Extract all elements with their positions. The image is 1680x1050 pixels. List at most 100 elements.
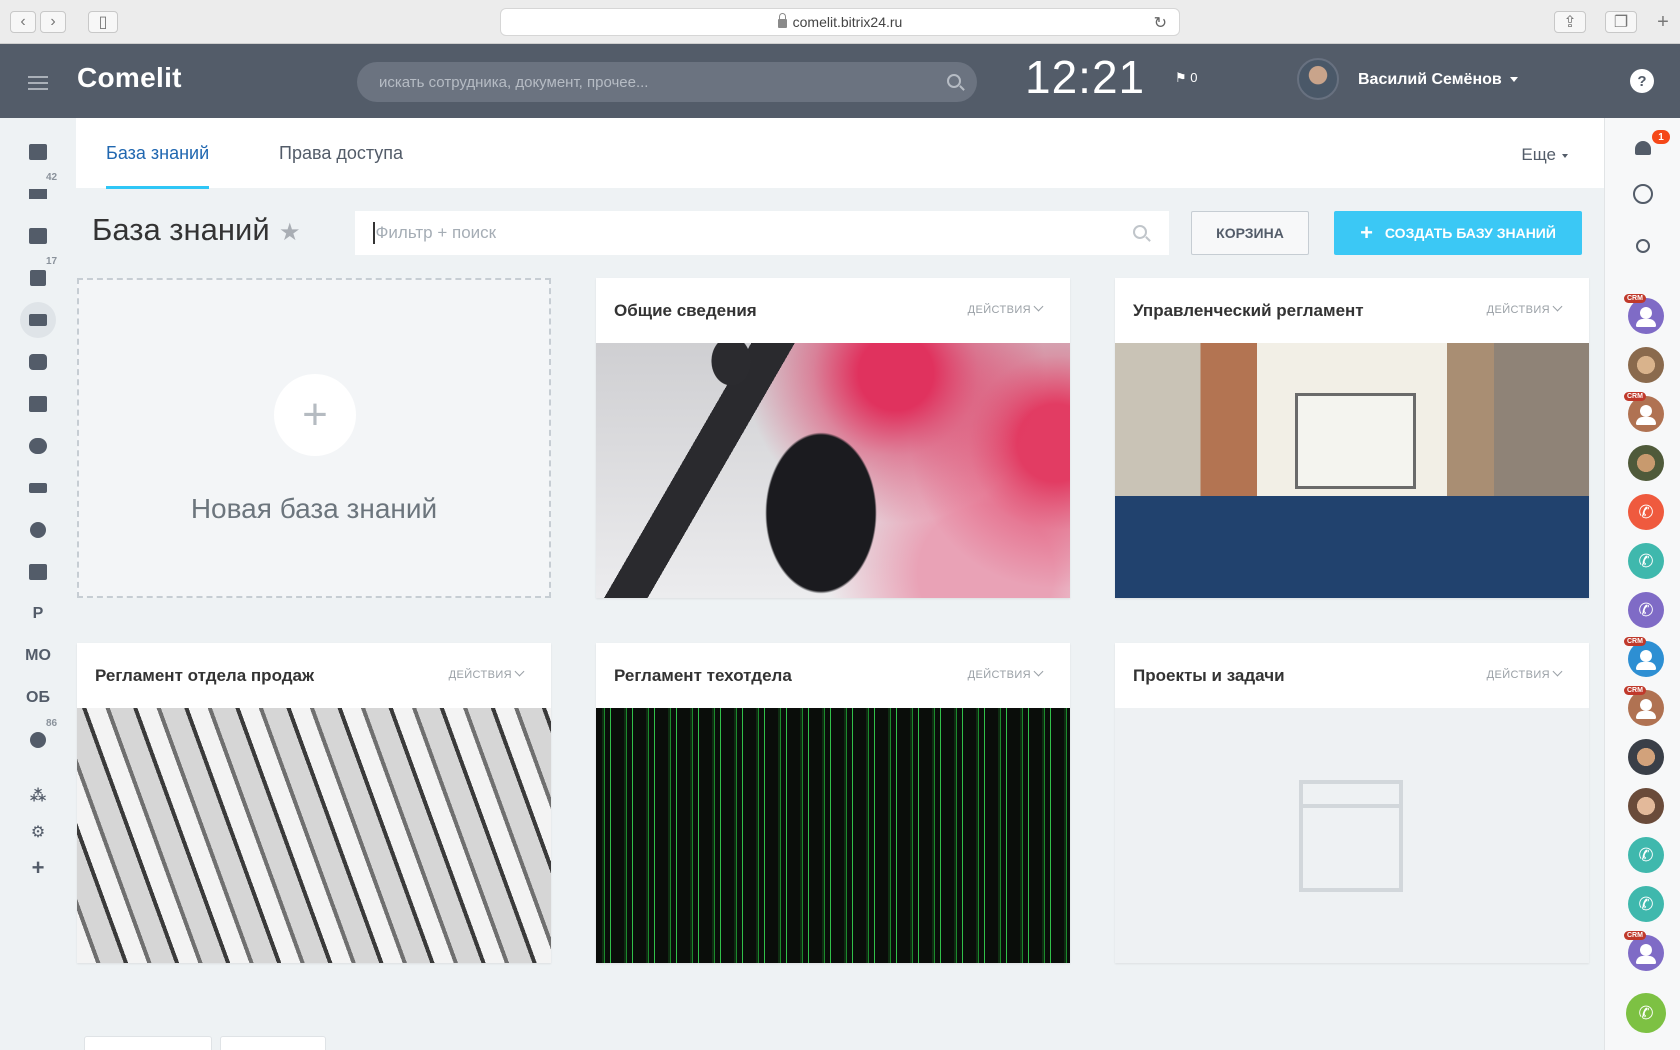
feed-badge: 42 [44, 172, 60, 183]
search-right-icon[interactable] [1627, 230, 1659, 262]
phone-icon: ✆ [1638, 599, 1654, 620]
crm-contact-avatar[interactable]: CRM [1624, 931, 1664, 971]
sidebar-item-filter[interactable]: 42 [20, 172, 60, 212]
create-knowledge-base-button[interactable]: + СОЗДАТЬ БАЗУ ЗНАНИЙ [1334, 211, 1582, 255]
actions-label: ДЕЙСТВИЯ [967, 669, 1031, 681]
call-button[interactable]: ✆ [1626, 993, 1666, 1033]
actions-label: ДЕЙСТВИЯ [448, 669, 512, 681]
plus-icon: + [31, 855, 45, 880]
crm-contact-avatar[interactable]: CRM [1624, 294, 1664, 334]
sidebar-item-more[interactable]: 86 [20, 718, 60, 758]
top-header: Comelit искать сотрудника, документ, про… [0, 44, 1680, 118]
sidebar-item-time[interactable] [20, 512, 56, 548]
more-menu[interactable]: Еще [1521, 145, 1568, 165]
sidebar-item-structure[interactable]: ⁂ [20, 778, 56, 814]
sidebar-item-calendar[interactable] [20, 218, 56, 254]
new-tab-icon[interactable]: + [1650, 11, 1676, 33]
filter-search-input[interactable]: Фильтр + поиск [355, 211, 1169, 255]
footer-bitrix-badge[interactable] [84, 1036, 212, 1050]
card-title[interactable]: Регламент техотдела [614, 666, 792, 686]
sidebar-item-knowledge-base[interactable] [20, 302, 56, 338]
sidebar-item-ob[interactable]: ОБ [20, 680, 56, 716]
filter-placeholder: Фильтр + поиск [375, 223, 497, 242]
sidebar-item-groups[interactable] [20, 428, 56, 464]
knowledge-base-card[interactable]: Проекты и задачи ДЕЙСТВИЯ [1115, 643, 1589, 963]
sidebar-item-r[interactable]: Р [20, 596, 56, 632]
sidebar-item-feed[interactable] [20, 134, 56, 170]
contact-avatar[interactable] [1628, 739, 1664, 775]
card-actions-menu[interactable]: ДЕЙСТВИЯ [448, 666, 525, 681]
menu-icon[interactable] [28, 76, 48, 94]
crm-contact-avatar[interactable]: CRM [1624, 686, 1664, 726]
sidebar-item-settings[interactable]: ⚙ [20, 814, 56, 850]
logo[interactable]: Comelit [77, 62, 182, 94]
trash-button[interactable]: КОРЗИНА [1191, 211, 1309, 255]
sidebar-item-sites[interactable] [20, 554, 56, 590]
star-icon[interactable]: ★ [279, 218, 301, 247]
card-cover-image[interactable] [77, 708, 551, 963]
sidebar-item-add[interactable]: + [20, 850, 56, 886]
card-title[interactable]: Общие сведения [614, 301, 757, 321]
reload-icon[interactable]: ↻ [1154, 13, 1167, 33]
card-title[interactable]: Регламент отдела продаж [95, 666, 314, 686]
sidebar-item-tasks[interactable]: 17 [20, 256, 60, 296]
messages-icon[interactable] [1633, 184, 1653, 204]
clock[interactable]: 12:21 [1025, 50, 1145, 104]
tab-knowledge-base[interactable]: База знаний [106, 143, 210, 189]
call-avatar[interactable]: ✆ [1628, 837, 1664, 873]
contact-avatar[interactable] [1628, 445, 1664, 481]
back-icon[interactable]: ‹ [10, 11, 36, 33]
card-cover-image[interactable] [1115, 343, 1589, 598]
notification-badge: 1 [1652, 130, 1670, 144]
global-search-input[interactable]: искать сотрудника, документ, прочее... [357, 62, 977, 102]
plus-icon: + [1360, 220, 1373, 245]
sidebar-item-drive[interactable] [20, 470, 56, 506]
search-icon[interactable] [947, 74, 961, 88]
call-avatar[interactable]: ✆ [1628, 886, 1664, 922]
contact-avatar[interactable] [1628, 788, 1664, 824]
call-avatar[interactable]: ✆ [1628, 592, 1664, 628]
card-actions-menu[interactable]: ДЕЙСТВИЯ [967, 301, 1044, 316]
card-actions-menu[interactable]: ДЕЙСТВИЯ [1487, 666, 1563, 681]
crm-contact-avatar[interactable]: CRM [1624, 392, 1664, 432]
text-cursor [373, 222, 375, 244]
call-avatar[interactable]: ✆ [1628, 494, 1664, 530]
right-sidebar: CRM CRM ✆ ✆ ✆ CRM CRM ✆ ✆ CRM ✆ [1604, 118, 1680, 1050]
card-title[interactable]: Управленческий регламент [1133, 301, 1364, 321]
card-cover-placeholder[interactable] [1115, 708, 1589, 963]
bell-icon [1635, 141, 1651, 155]
help-icon[interactable]: ? [1630, 69, 1654, 93]
flag-counter[interactable]: ⚑ 0 [1175, 70, 1198, 86]
add-icon[interactable]: + [274, 374, 356, 456]
footer-language-selector[interactable] [220, 1036, 326, 1050]
contact-avatar[interactable] [1628, 347, 1664, 383]
search-icon[interactable] [1133, 225, 1147, 239]
knowledge-base-card[interactable]: Управленческий регламент ДЕЙСТВИЯ [1115, 278, 1589, 598]
new-knowledge-base-card[interactable]: + Новая база знаний [77, 278, 551, 598]
tabs-icon[interactable]: ❐ [1605, 11, 1637, 33]
call-avatar[interactable]: ✆ [1628, 543, 1664, 579]
knowledge-base-card[interactable]: Общие сведения ДЕЙСТВИЯ [596, 278, 1070, 598]
knowledge-base-card[interactable]: Регламент техотдела ДЕЙСТВИЯ [596, 643, 1070, 963]
user-menu[interactable]: Василий Семёнов [1358, 71, 1518, 89]
user-avatar[interactable] [1297, 58, 1339, 100]
tab-access-rights[interactable]: Права доступа [279, 143, 403, 164]
more-label: Еще [1521, 145, 1556, 164]
contact-card-icon [29, 396, 47, 412]
sidebar-item-mo[interactable]: МО [20, 638, 56, 674]
knowledge-base-card[interactable]: Регламент отдела продаж ДЕЙСТВИЯ [77, 643, 551, 963]
crm-contact-avatar[interactable]: CRM [1624, 637, 1664, 677]
card-cover-image[interactable] [596, 343, 1070, 598]
share-icon[interactable]: ⇪ [1554, 11, 1586, 33]
actions-label: ДЕЙСТВИЯ [967, 304, 1031, 316]
address-bar[interactable]: comelit.bitrix24.ru ↻ [500, 8, 1180, 36]
card-cover-image[interactable] [596, 708, 1070, 963]
sidebar-toggle-icon[interactable]: ▯ [88, 11, 118, 33]
card-title[interactable]: Проекты и задачи [1133, 666, 1285, 686]
card-actions-menu[interactable]: ДЕЙСТВИЯ [967, 666, 1044, 681]
sidebar-item-contacts[interactable] [20, 386, 56, 422]
forward-icon[interactable]: › [40, 11, 66, 33]
card-actions-menu[interactable]: ДЕЙСТВИЯ [1487, 301, 1563, 316]
person-icon [1636, 650, 1656, 670]
sidebar-item-chat[interactable] [20, 344, 56, 380]
